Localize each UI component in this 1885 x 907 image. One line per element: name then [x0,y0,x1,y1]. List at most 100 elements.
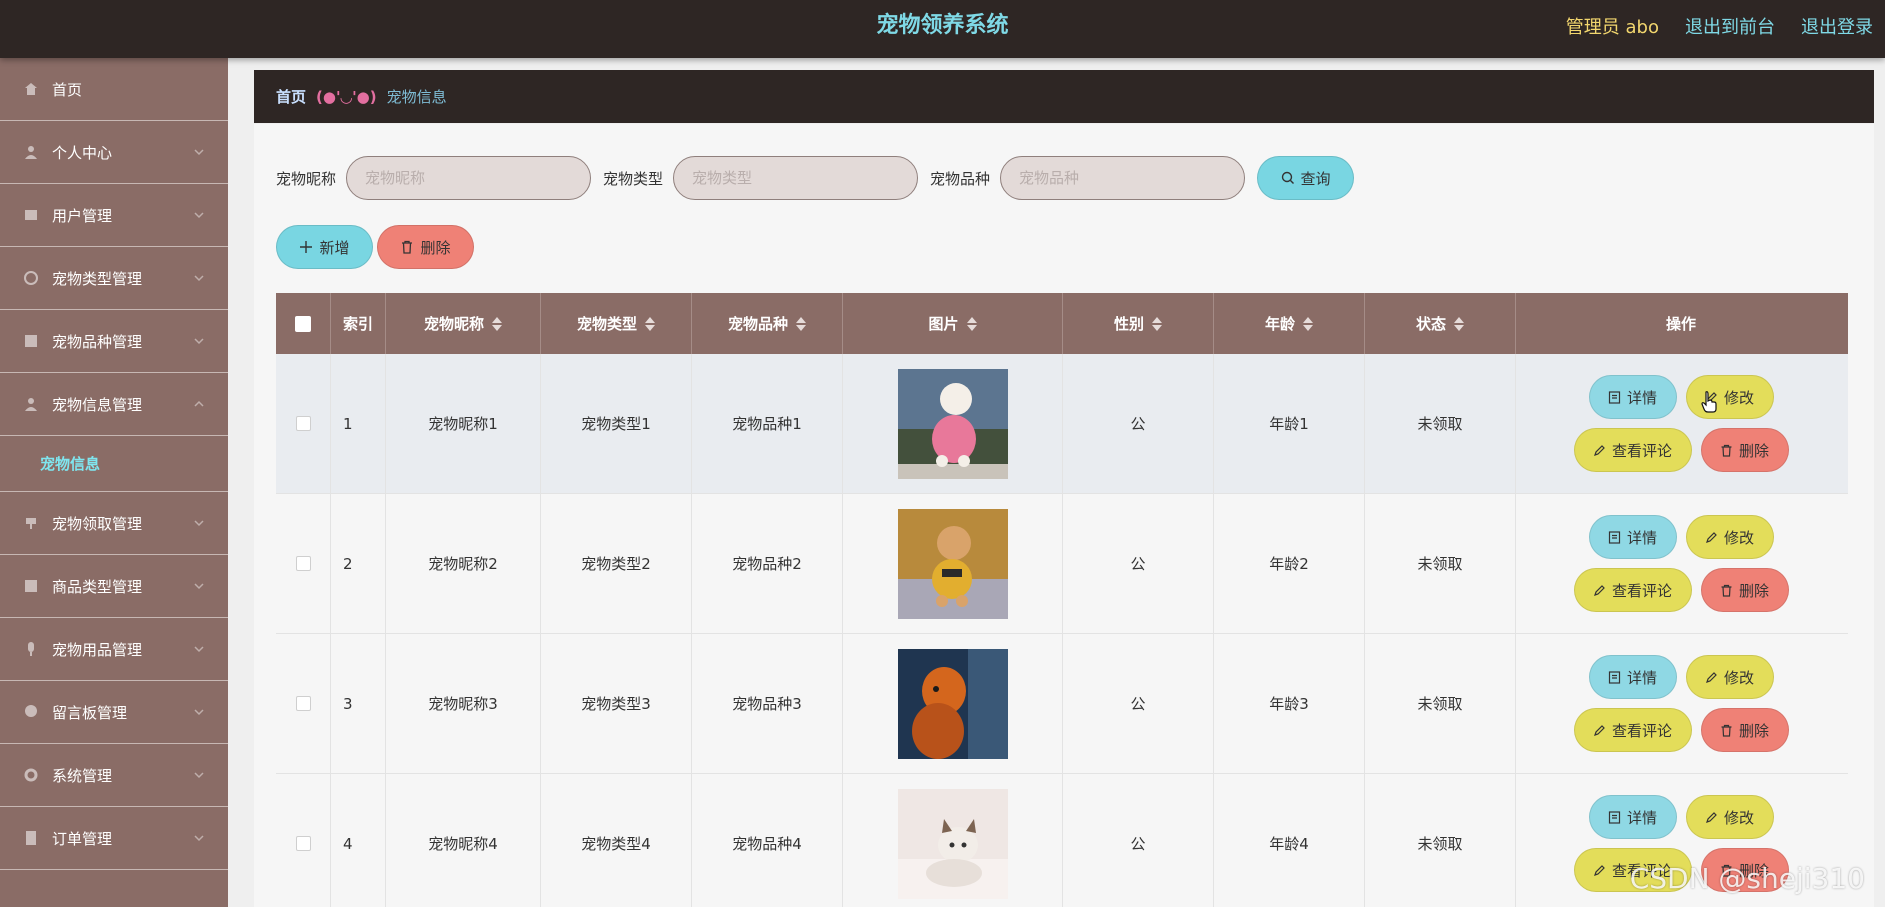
batch-delete-button[interactable]: 删除 [377,225,474,269]
row-checkbox-cell [276,354,331,493]
pet-photo-poodle-pink[interactable] [897,368,1008,479]
sidebar-item-label: 宠物品种管理 [52,332,143,351]
col-nickname[interactable]: 宠物昵称 [386,293,541,354]
breadcrumb-home[interactable]: 首页 [276,86,306,107]
query-button[interactable]: 查询 [1257,156,1355,200]
row-checkbox[interactable] [295,416,311,431]
goods-type-icon [22,577,40,595]
sort-icon[interactable] [1303,316,1313,331]
add-button-label: 新增 [319,238,350,257]
col-age[interactable]: 年龄 [1214,293,1365,354]
cell-index: 1 [331,354,386,493]
add-button[interactable]: 新增 [276,225,373,269]
sidebar-item-user-management[interactable]: 用户管理 [0,184,228,247]
cell-nickname: 宠物昵称3 [386,634,541,773]
col-picture-label: 图片 [928,315,959,333]
sidebar-item-pet-supplies-management[interactable]: 宠物用品管理 [0,618,228,681]
row-checkbox[interactable] [295,836,311,851]
adopt-icon [22,514,40,532]
pet-photo-cat[interactable] [897,788,1008,899]
delete-button[interactable]: 删除 [1700,568,1789,612]
cell-picture [843,774,1063,907]
hand-cursor-icon [1701,391,1717,413]
breadcrumb-current: 宠物信息 [386,88,447,106]
col-type[interactable]: 宠物类型 [541,293,692,354]
view-comments-button[interactable]: 查看评论 [1573,708,1692,752]
select-all-checkbox[interactable] [295,315,311,332]
col-picture[interactable]: 图片 [843,293,1063,354]
sort-icon[interactable] [645,316,655,331]
sidebar-item-personal-center[interactable]: 个人中心 [0,121,228,184]
sort-icon[interactable] [796,316,806,331]
chevron-down-icon [194,338,204,345]
detail-button[interactable]: 详情 [1588,375,1677,419]
sort-icon[interactable] [1454,316,1464,331]
sort-icon[interactable] [492,316,502,331]
cell-breed: 宠物品种1 [692,354,843,493]
edit-button[interactable]: 修改 [1685,655,1774,699]
sidebar-item-label: 宠物用品管理 [52,640,143,659]
row-checkbox[interactable] [295,696,311,711]
col-actions: 操作 [1516,293,1846,354]
detail-button[interactable]: 详情 [1588,655,1677,699]
header-right: 管理员 abo 退出到前台 退出登录 [1566,0,1873,52]
detail-button[interactable]: 详情 [1588,795,1677,839]
cell-index: 3 [331,634,386,773]
edit-button[interactable]: 修改 [1685,375,1774,419]
col-breed[interactable]: 宠物品种 [692,293,843,354]
sidebar-item-message-board-management[interactable]: 留言板管理 [0,681,228,744]
detail-label: 详情 [1626,808,1657,827]
cell-age: 年龄3 [1214,634,1365,773]
sort-icon[interactable] [966,316,977,331]
breed-search-input[interactable] [1000,156,1246,200]
cell-nickname: 宠物昵称2 [386,494,541,633]
sidebar-item-pet-info-management[interactable]: 宠物信息管理 [0,373,228,436]
exit-to-front-link[interactable]: 退出到前台 [1685,13,1775,39]
col-nickname-label: 宠物昵称 [423,315,484,333]
edit-button[interactable]: 修改 [1685,515,1774,559]
sidebar-item-label: 系统管理 [52,766,113,785]
delete-button[interactable]: 删除 [1700,708,1789,752]
sidebar-item-home[interactable]: 首页 [0,58,228,121]
cell-breed: 宠物品种4 [692,774,843,907]
view-comments-button[interactable]: 查看评论 [1573,568,1692,612]
sidebar-item-goods-type-management[interactable]: 商品类型管理 [0,555,228,618]
row-checkbox[interactable] [295,556,311,571]
sidebar-item-label: 留言板管理 [52,703,128,722]
cell-status: 未领取 [1365,774,1516,907]
sort-icon[interactable] [1152,316,1162,331]
sidebar-item-pet-type-management[interactable]: 宠物类型管理 [0,247,228,310]
edit-label: 修改 [1723,668,1754,687]
pet-table: 索引 宠物昵称 宠物类型 宠物品种 图片 性别 年龄 状态 操作 1 宠物昵称1… [276,293,1848,907]
pet-photo-poodle-yellow[interactable] [897,508,1008,619]
detail-button[interactable]: 详情 [1588,515,1677,559]
col-actions-label: 操作 [1665,315,1696,333]
delete-button[interactable]: 删除 [1700,428,1789,472]
sidebar-item-order-management[interactable]: 订单管理 [0,807,228,870]
col-gender[interactable]: 性别 [1063,293,1214,354]
action-bar: 新增 删除 [276,225,474,269]
sidebar-item-system-management[interactable]: 系统管理 [0,744,228,807]
delete-label: 删除 [1738,441,1769,460]
sidebar-subitem-pet-info[interactable]: 宠物信息 [0,436,228,492]
col-status[interactable]: 状态 [1365,293,1516,354]
user-icon [22,143,40,161]
pet-photo-orange-dog[interactable] [897,648,1008,759]
trash-icon [1721,724,1732,737]
logout-link[interactable]: 退出登录 [1801,13,1873,39]
settings-icon [22,766,40,784]
nickname-search-input[interactable] [346,156,592,200]
breadcrumb: 首页 (●'◡'●) 宠物信息 [254,70,1874,123]
type-search-input[interactable] [673,156,919,200]
view-comments-label: 查看评论 [1611,441,1672,460]
chevron-down-icon [194,520,204,527]
top-header: 宠物领养系统 管理员 abo 退出到前台 退出登录 [0,0,1885,58]
view-comments-button[interactable]: 查看评论 [1573,428,1692,472]
cell-actions: 详情 修改 查看评论 删除 [1516,634,1846,773]
col-age-label: 年龄 [1264,315,1295,333]
edit-button[interactable]: 修改 [1685,795,1774,839]
pencil-icon [1706,531,1717,543]
sidebar-item-pet-adopt-management[interactable]: 宠物领取管理 [0,492,228,555]
sidebar-item-pet-breed-management[interactable]: 宠物品种管理 [0,310,228,373]
view-comments-label: 查看评论 [1611,721,1672,740]
